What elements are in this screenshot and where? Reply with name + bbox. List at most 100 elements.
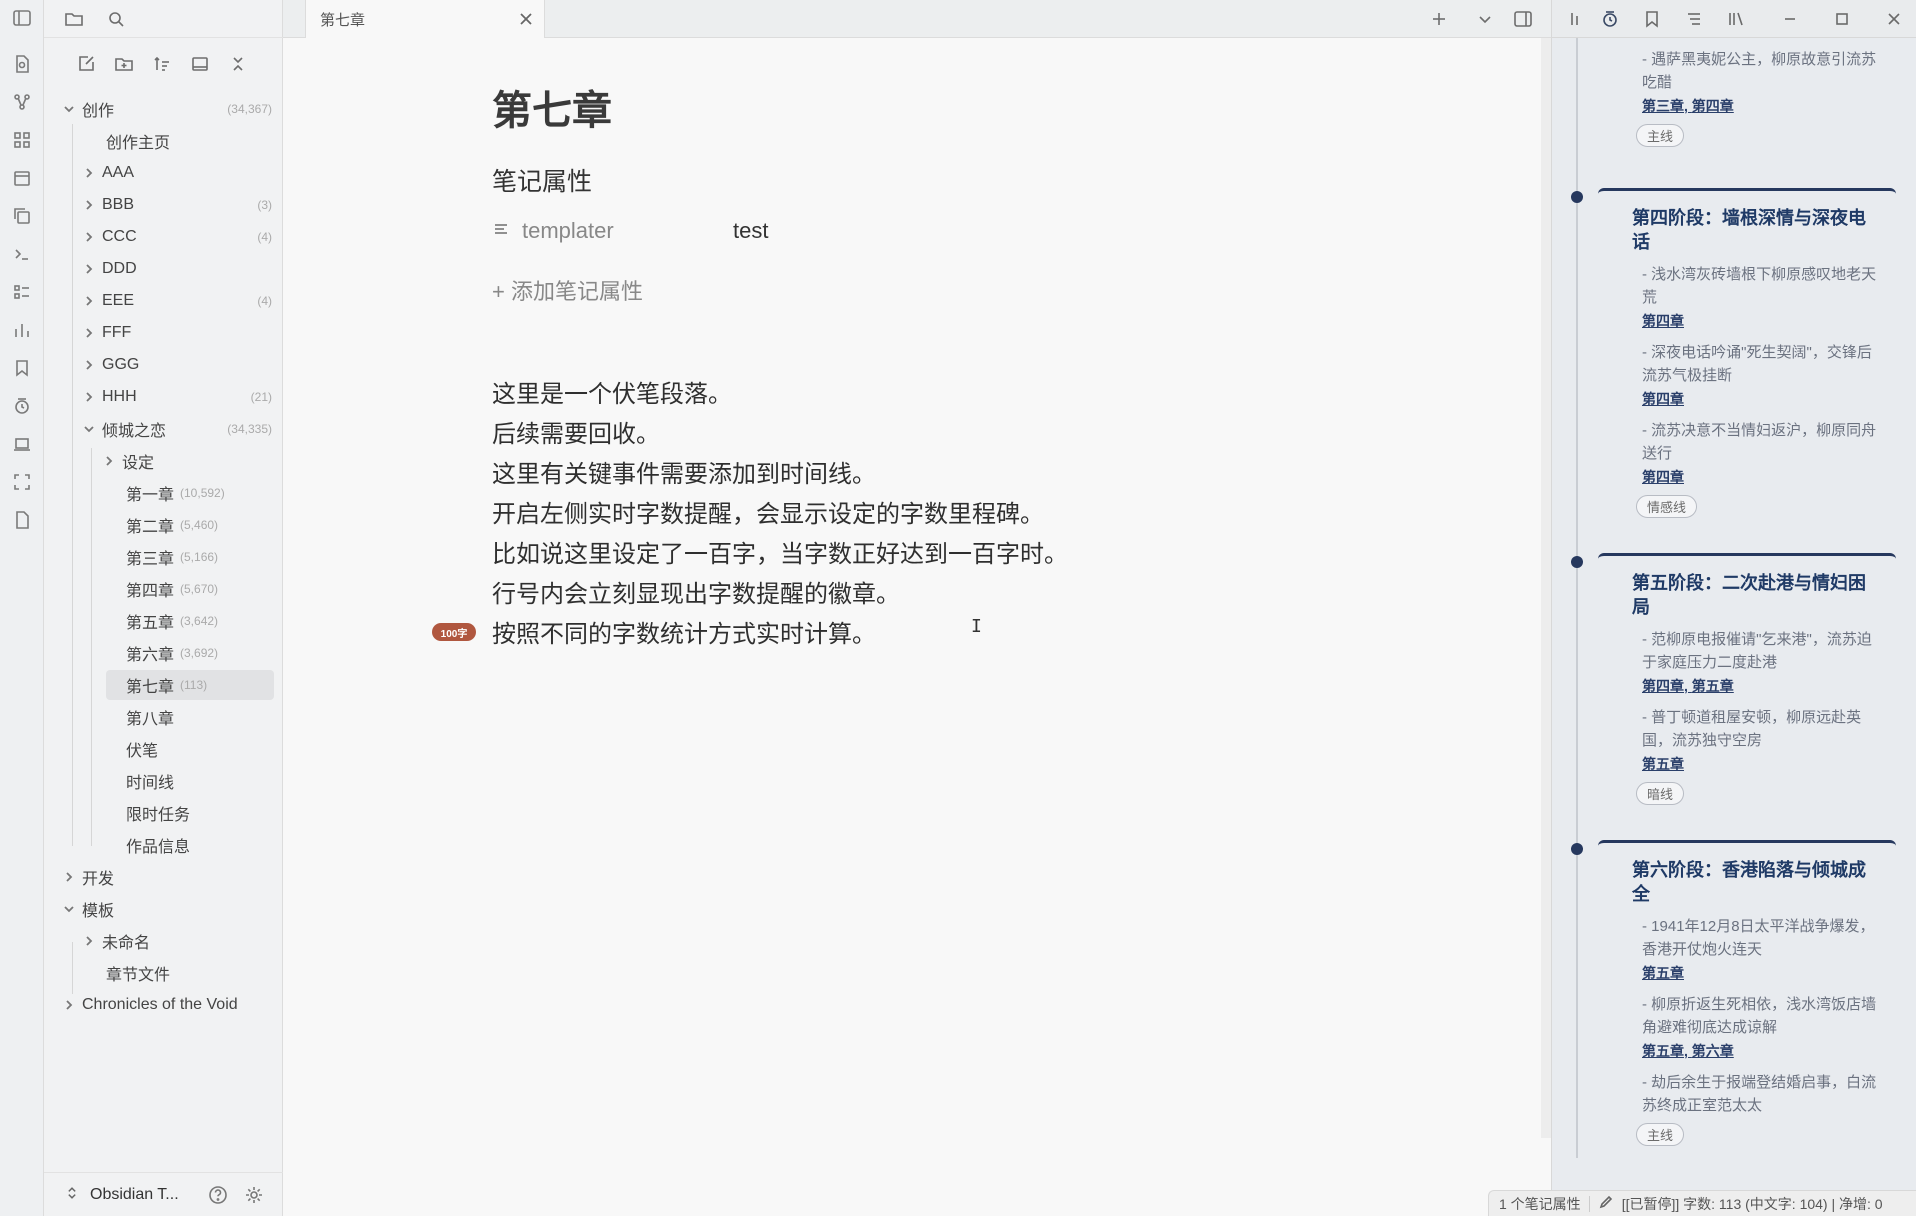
tab-active[interactable]: 第七章	[305, 0, 545, 38]
editor-pane[interactable]: 第七章 笔记属性 templater test + 添加笔记属性 这里是一个伏笔…	[283, 38, 1551, 1216]
storyline-tag[interactable]: 情感线	[1636, 495, 1698, 518]
file-item[interactable]: 第八章	[126, 702, 174, 732]
help-icon[interactable]	[208, 1185, 228, 1210]
properties-count[interactable]: 1 个笔记属性	[1499, 1194, 1581, 1214]
chapter-link[interactable]: 第四章	[1642, 678, 1684, 694]
file-item[interactable]: 章节文件	[106, 958, 170, 988]
body-line[interactable]: 比如说这里设定了一百字，当字数正好达到一百字时。	[492, 534, 1068, 574]
chapter-link[interactable]: 第四章	[1692, 98, 1734, 114]
file-item[interactable]: 第三章 (5,166)	[126, 542, 218, 572]
chapter-link[interactable]: 第三章	[1642, 98, 1684, 114]
laptop-icon[interactable]	[8, 430, 36, 458]
minimize-icon[interactable]	[1776, 5, 1804, 33]
folder-item[interactable]: CCC (4)	[82, 222, 272, 252]
scrollbar[interactable]	[1541, 38, 1551, 1138]
folder-item[interactable]: 未命名	[82, 926, 150, 956]
body-line[interactable]: 这里是一个伏笔段落。	[492, 374, 1068, 414]
copy-icon[interactable]	[8, 202, 36, 230]
timeline-icon[interactable]	[1596, 5, 1624, 33]
outline-bars-icon[interactable]	[1562, 5, 1590, 33]
folder-item[interactable]: 模板	[62, 894, 114, 924]
file-item[interactable]: 伏笔	[126, 734, 158, 764]
edit-mode-pencil-icon[interactable]	[1598, 1194, 1614, 1213]
timeline-card[interactable]: 第四阶段：墙根深情与深夜电话 - 浅水湾灰砖墙根下柳原感叹地老天荒 第四章 - …	[1598, 188, 1896, 518]
body-line[interactable]: 开启左侧实时字数提醒，会显示设定的字数里程碑。	[492, 494, 1068, 534]
open-quick-switcher-icon[interactable]	[8, 50, 36, 78]
terminal-icon[interactable]	[8, 240, 36, 268]
word-count-status[interactable]: [[已暂停]] 字数: 113 (中文字: 104) | 净增: 0	[1622, 1194, 1883, 1214]
new-folder-icon[interactable]	[110, 50, 138, 78]
close-window-icon[interactable]	[1880, 5, 1908, 33]
file-item[interactable]: 限时任务	[126, 798, 190, 828]
vault-switcher[interactable]: Obsidian T...	[44, 1172, 283, 1216]
file-item[interactable]: 创作主页	[106, 126, 170, 156]
bookmark-icon[interactable]	[1638, 5, 1666, 33]
file-item[interactable]: 第一章 (10,592)	[126, 478, 225, 508]
chart-icon[interactable]	[8, 316, 36, 344]
canvas-icon[interactable]	[8, 126, 36, 154]
chapter-link[interactable]: 第五章	[1598, 961, 1896, 985]
bookmark-icon[interactable]	[8, 354, 36, 382]
folder-item[interactable]: EEE (4)	[82, 286, 272, 316]
body-line[interactable]: 行号内会立刻显现出字数提醒的徽章。	[492, 574, 1068, 614]
collapse-all-icon[interactable]	[224, 50, 252, 78]
new-tab-icon[interactable]	[1425, 5, 1453, 33]
timeline-card[interactable]: 第五阶段：二次赴港与情妇困局 - 范柳原电报催请"乞来港"，流苏迫于家庭压力二度…	[1598, 553, 1896, 805]
body-line[interactable]: 后续需要回收。	[492, 414, 1068, 454]
file-icon[interactable]	[8, 506, 36, 534]
tab-list-chevron-icon[interactable]	[1471, 5, 1499, 33]
search-icon[interactable]	[102, 5, 130, 33]
property-value[interactable]: test	[733, 218, 768, 244]
property-row[interactable]: templater test	[492, 216, 768, 246]
toggle-sidebar-icon[interactable]	[8, 4, 36, 32]
folder-item[interactable]: 倾城之恋 (34,335)	[82, 414, 272, 444]
chapter-link[interactable]: 第四章	[1598, 309, 1896, 333]
folder-item[interactable]: 设定	[102, 446, 154, 476]
folder-item[interactable]: 创作 (34,367)	[62, 94, 272, 124]
file-item[interactable]: 作品信息	[126, 830, 190, 860]
folder-icon[interactable]	[60, 5, 88, 33]
library-icon[interactable]	[1722, 5, 1750, 33]
timeline-card[interactable]: 第六阶段：香港陷落与倾城成全 - 1941年12月8日太平洋战争爆发，香港开仗炮…	[1598, 840, 1896, 1146]
file-item[interactable]: 第四章 (5,670)	[126, 574, 218, 604]
chapter-link[interactable]: 第六章	[1692, 1043, 1734, 1059]
outline-list-icon[interactable]	[1680, 5, 1708, 33]
folder-item[interactable]: 开发	[62, 862, 114, 892]
chapter-link[interactable]: 第五章	[1598, 752, 1896, 776]
chapter-link[interactable]: 第四章	[1598, 465, 1896, 489]
graph-view-icon[interactable]	[8, 88, 36, 116]
chapter-link[interactable]: 第四章	[1598, 387, 1896, 411]
note-body[interactable]: 这里是一个伏笔段落。 后续需要回收。 这里有关键事件需要添加到时间线。 开启左侧…	[492, 374, 1068, 654]
expand-icon[interactable]	[8, 468, 36, 496]
file-item-active[interactable]: 第七章 (113)	[106, 670, 274, 700]
folder-item[interactable]: DDD	[82, 254, 137, 284]
property-key[interactable]: templater	[522, 218, 614, 244]
body-line[interactable]: 这里有关键事件需要添加到时间线。	[492, 454, 1068, 494]
new-note-icon[interactable]	[72, 50, 100, 78]
storyline-tag[interactable]: 主线	[1636, 124, 1685, 147]
folder-item[interactable]: BBB (3)	[82, 190, 272, 220]
folder-item[interactable]: GGG	[82, 350, 139, 380]
reveal-active-file-icon[interactable]	[186, 50, 214, 78]
folder-item[interactable]: FFF	[82, 318, 131, 348]
file-item[interactable]: 第二章 (5,460)	[126, 510, 218, 540]
file-item[interactable]: 第五章 (3,642)	[126, 606, 218, 636]
close-tab-icon[interactable]	[516, 9, 536, 29]
list-icon[interactable]	[8, 278, 36, 306]
folder-item[interactable]: AAA	[82, 158, 134, 188]
note-title[interactable]: 第七章	[492, 78, 612, 136]
calendar-icon[interactable]	[8, 164, 36, 192]
toggle-right-sidebar-icon[interactable]	[1509, 5, 1537, 33]
file-item[interactable]: 第六章 (3,692)	[126, 638, 218, 668]
chapter-link[interactable]: 第五章	[1692, 678, 1734, 694]
folder-item[interactable]: HHH (21)	[82, 382, 272, 412]
timeline-icon[interactable]	[8, 392, 36, 420]
maximize-icon[interactable]	[1828, 5, 1856, 33]
storyline-tag[interactable]: 主线	[1636, 1123, 1685, 1146]
chapter-link[interactable]: 第五章	[1642, 1043, 1684, 1059]
folder-item[interactable]: Chronicles of the Void	[62, 990, 238, 1020]
settings-gear-icon[interactable]	[244, 1185, 264, 1210]
sort-icon[interactable]	[148, 50, 176, 78]
file-item[interactable]: 时间线	[126, 766, 174, 796]
add-property-button[interactable]: + 添加笔记属性	[492, 274, 643, 306]
